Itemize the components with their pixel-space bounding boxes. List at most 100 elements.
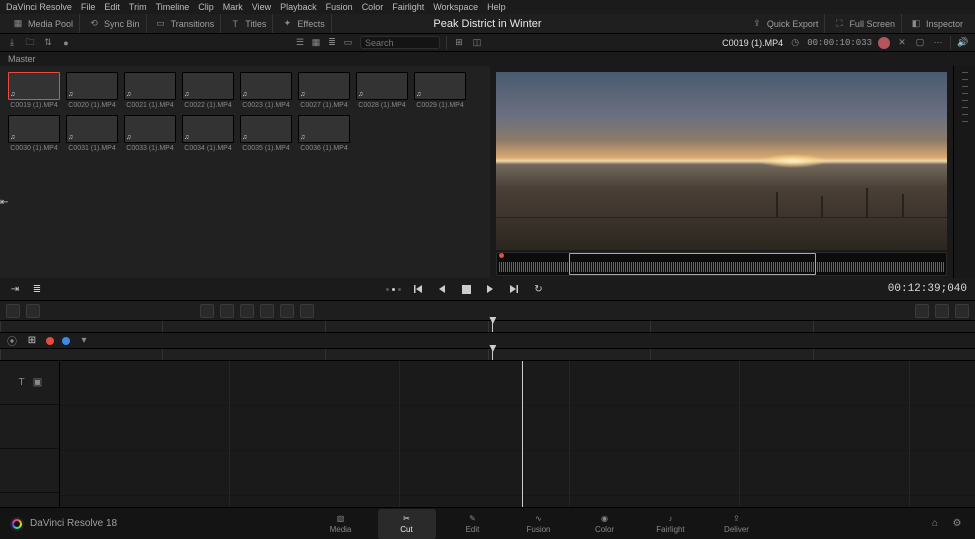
menu-item[interactable]: Edit [104, 2, 120, 12]
media-clip[interactable]: ♫C0022 (1).MP4 [182, 72, 234, 109]
upper-timeline-ruler[interactable] [0, 320, 975, 332]
jog-control[interactable] [386, 288, 401, 291]
sync-lock-icon[interactable]: ⊞ [26, 335, 38, 347]
home-icon[interactable]: ⌂ [929, 518, 941, 530]
video-track-color[interactable] [46, 337, 54, 345]
menu-item[interactable]: Clip [198, 2, 214, 12]
quick-export-button[interactable]: ⇪Quick Export [745, 14, 826, 33]
inspector-button[interactable]: ◧Inspector [904, 14, 969, 33]
in-out-range[interactable] [569, 253, 816, 275]
search-input[interactable] [360, 36, 440, 49]
cut-icon[interactable] [300, 304, 314, 318]
page-tab-media[interactable]: ▧Media [312, 509, 370, 539]
import-folder-icon[interactable]: 🗀 [24, 37, 36, 49]
list-view-icon[interactable]: ☰ [294, 37, 306, 49]
timeline-opt-b-icon[interactable] [935, 304, 949, 318]
safe-area-icon[interactable]: ▢ [914, 37, 926, 49]
page-tab-color[interactable]: ◉Color [576, 509, 634, 539]
tab-effects[interactable]: ✦Effects [275, 14, 331, 33]
append-icon[interactable] [26, 304, 40, 318]
page-tab-label: Cut [400, 525, 412, 534]
prev-frame-button[interactable] [435, 282, 449, 296]
viewer-frame[interactable] [496, 72, 947, 250]
menu-item[interactable]: Fusion [326, 2, 353, 12]
page-tab-fusion[interactable]: ∿Fusion [510, 509, 568, 539]
audio-badge-icon: ♫ [68, 91, 73, 98]
place-on-top-icon[interactable] [240, 304, 254, 318]
media-clip[interactable]: ♫C0020 (1).MP4 [66, 72, 118, 109]
tab-media-pool[interactable]: ▦Media Pool [6, 14, 80, 33]
timeline-opt-c-icon[interactable] [955, 304, 969, 318]
ripple-overwrite-icon[interactable] [200, 304, 214, 318]
timeline-opt-a-icon[interactable] [915, 304, 929, 318]
loop-button[interactable]: ↻ [531, 282, 545, 296]
page-tab-edit[interactable]: ✎Edit [444, 509, 502, 539]
source-overwrite-icon[interactable] [260, 304, 274, 318]
upper-playhead[interactable] [492, 321, 493, 332]
media-clip[interactable]: ♫C0027 (1).MP4 [298, 72, 350, 109]
settings-gear-icon[interactable]: ⚙ [951, 518, 963, 530]
sort-icon[interactable]: ⇅ [42, 37, 54, 49]
media-clip[interactable]: ♫C0029 (1).MP4 [414, 72, 466, 109]
viewer-scrub-bar[interactable] [496, 252, 947, 276]
media-clip[interactable]: ♫C0021 (1).MP4 [124, 72, 176, 109]
lower-playhead[interactable] [492, 349, 493, 360]
go-end-button[interactable] [507, 282, 521, 296]
video-track-icon[interactable]: T [16, 377, 28, 389]
stop-button[interactable] [459, 282, 473, 296]
media-clip[interactable]: ♫C0028 (1).MP4 [356, 72, 408, 109]
resolution-icon[interactable]: ◫ [471, 37, 483, 49]
tools-icon[interactable]: ✕ [896, 37, 908, 49]
media-clip[interactable]: ♫C0035 (1).MP4 [240, 115, 292, 152]
options-icon[interactable]: ⋯ [932, 37, 944, 49]
media-clip[interactable]: ♫C0031 (1).MP4 [66, 115, 118, 152]
video-enable-icon[interactable]: ▣ [32, 377, 44, 389]
menu-item[interactable]: Trim [129, 2, 147, 12]
menu-item[interactable]: Mark [223, 2, 243, 12]
smart-insert-icon[interactable] [6, 304, 20, 318]
timeline-timecode[interactable]: 00:12:39;040 [888, 283, 967, 295]
menu-item[interactable]: Help [487, 2, 506, 12]
dissolve-icon[interactable] [280, 304, 294, 318]
media-clip[interactable]: ♫C0023 (1).MP4 [240, 72, 292, 109]
tab-transitions[interactable]: ▭Transitions [149, 14, 222, 33]
page-tab-cut[interactable]: ✂Cut [378, 509, 436, 539]
media-clip[interactable]: ♫C0019 (1).MP4 [8, 72, 60, 109]
menu-item[interactable]: File [81, 2, 96, 12]
menu-item[interactable]: Workspace [433, 2, 478, 12]
audio-meter-icon[interactable]: 🔊 [957, 37, 969, 49]
lock-icon[interactable]: ⦿ [6, 335, 18, 347]
lower-timeline-ruler[interactable] [0, 348, 975, 360]
page-tab-fairlight[interactable]: ♪Fairlight [642, 509, 700, 539]
boring-detector-icon[interactable]: ⊞ [453, 37, 465, 49]
close-up-icon[interactable] [220, 304, 234, 318]
source-mode-icon[interactable]: ≣ [30, 282, 44, 296]
media-clip[interactable]: ♫C0034 (1).MP4 [182, 115, 234, 152]
page-tab-label: Fusion [526, 525, 550, 534]
menu-item[interactable]: DaVinci Resolve [6, 2, 72, 12]
menu-item[interactable]: Timeline [156, 2, 190, 12]
go-start-button[interactable] [411, 282, 425, 296]
record-vo-icon[interactable]: ● [60, 37, 72, 49]
full-screen-button[interactable]: ⛶Full Screen [827, 14, 902, 33]
audio-badge-icon: ♫ [184, 134, 189, 141]
import-media-icon[interactable]: ⤓ [6, 37, 18, 49]
chevron-down-icon[interactable]: ▾ [78, 335, 90, 347]
menu-item[interactable]: Color [362, 2, 384, 12]
menu-item[interactable]: View [252, 2, 271, 12]
thumb-view-icon[interactable]: ▦ [310, 37, 322, 49]
media-clip[interactable]: ♫C0030 (1).MP4 [8, 115, 60, 152]
fast-review-icon[interactable]: ⇥ [8, 282, 22, 296]
page-tab-deliver[interactable]: ⇪Deliver [708, 509, 766, 539]
strip-view-icon[interactable]: ≣ [326, 37, 338, 49]
menu-item[interactable]: Fairlight [392, 2, 424, 12]
media-clip[interactable]: ♫C0036 (1).MP4 [298, 115, 350, 152]
play-button[interactable] [483, 282, 497, 296]
menu-item[interactable]: Playback [280, 2, 317, 12]
media-clip[interactable]: ♫C0033 (1).MP4 [124, 115, 176, 152]
tab-sync-bin[interactable]: ⟲Sync Bin [82, 14, 147, 33]
audio-track-color[interactable] [62, 337, 70, 345]
filmstrip-view-icon[interactable]: ▭ [342, 37, 354, 49]
marker-color-icon[interactable] [878, 37, 890, 49]
tab-titles[interactable]: TTitles [223, 14, 273, 33]
